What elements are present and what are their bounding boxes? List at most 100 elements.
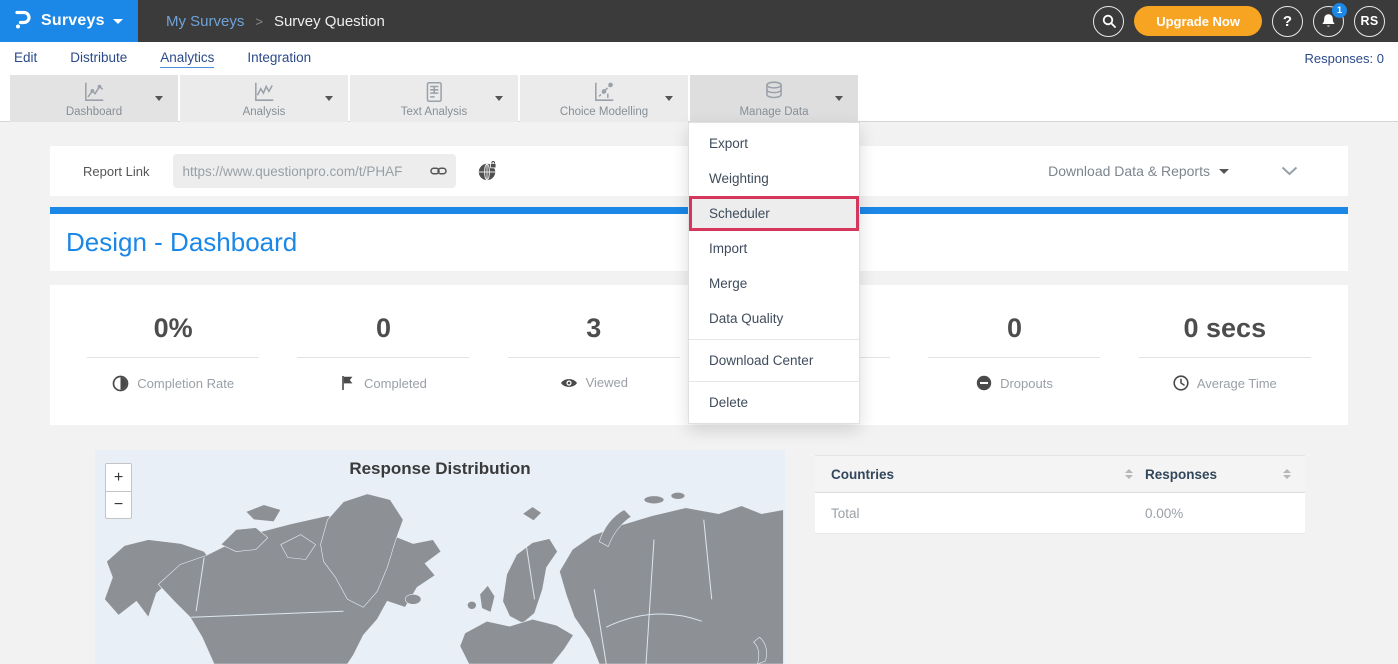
page-title: Design - Dashboard bbox=[66, 227, 297, 258]
search-button[interactable] bbox=[1093, 6, 1124, 37]
manage-data-menu: Export Weighting Scheduler Import Merge … bbox=[688, 122, 860, 424]
tab-choice-modelling[interactable]: Choice Modelling bbox=[520, 75, 688, 122]
search-icon bbox=[1102, 14, 1116, 28]
chevron-down-icon[interactable] bbox=[835, 96, 843, 101]
module-nav: Edit Distribute Analytics Integration Re… bbox=[0, 42, 1398, 75]
stat-label: Dropouts bbox=[1000, 376, 1053, 391]
map-title: Response Distribution bbox=[95, 459, 785, 479]
breadcrumb-my-surveys[interactable]: My Surveys bbox=[166, 13, 244, 30]
link-icon[interactable] bbox=[430, 165, 447, 177]
chevron-down-icon[interactable] bbox=[155, 96, 163, 101]
database-icon bbox=[762, 80, 786, 104]
notification-badge: 1 bbox=[1332, 3, 1347, 18]
stat-divider bbox=[928, 357, 1100, 358]
stat-label: Viewed bbox=[586, 375, 628, 390]
analysis-chart-icon bbox=[252, 80, 276, 104]
menu-item-weighting[interactable]: Weighting bbox=[689, 161, 859, 196]
stat-completion-rate: 0% Completion Rate bbox=[68, 313, 278, 425]
download-data-reports-dropdown[interactable]: Download Data & Reports bbox=[1048, 163, 1229, 179]
chevron-down-icon bbox=[1219, 169, 1229, 174]
flag-icon bbox=[340, 375, 356, 391]
scatter-chart-icon bbox=[592, 80, 616, 104]
minus-circle-icon bbox=[976, 375, 992, 391]
avatar[interactable]: RS bbox=[1354, 6, 1385, 37]
stat-viewed: 3 Viewed bbox=[489, 313, 699, 425]
map-zoom-in-button[interactable]: + bbox=[105, 463, 132, 491]
eye-icon bbox=[560, 376, 578, 390]
menu-item-export[interactable]: Export bbox=[689, 126, 859, 161]
nav-item-edit[interactable]: Edit bbox=[14, 50, 37, 68]
map-zoom-out-button[interactable]: − bbox=[105, 491, 132, 519]
chevron-down-icon[interactable] bbox=[665, 96, 673, 101]
stat-value: 0 secs bbox=[1120, 313, 1330, 345]
product-menu-label: Surveys bbox=[41, 12, 105, 30]
sort-responses-icon[interactable] bbox=[1283, 469, 1291, 479]
tab-text-analysis[interactable]: Text Analysis bbox=[350, 75, 518, 122]
menu-separator bbox=[689, 339, 859, 340]
product-logo[interactable]: Surveys bbox=[0, 0, 138, 42]
stat-divider bbox=[508, 357, 680, 358]
column-header-responses[interactable]: Responses bbox=[1145, 467, 1217, 482]
stat-value: 0 bbox=[278, 313, 488, 345]
responses-count: Responses: 0 bbox=[1305, 51, 1385, 66]
stat-label: Completion Rate bbox=[137, 376, 234, 391]
upgrade-now-button[interactable]: Upgrade Now bbox=[1134, 6, 1262, 36]
tab-choice-modelling-label: Choice Modelling bbox=[560, 106, 648, 118]
tab-dashboard[interactable]: Dashboard bbox=[10, 75, 178, 122]
countries-table: Countries Responses Total 0.00% bbox=[815, 455, 1305, 534]
nav-item-analytics[interactable]: Analytics bbox=[160, 50, 214, 68]
total-label: Total bbox=[831, 506, 860, 521]
map-zoom-controls: + − bbox=[105, 463, 132, 519]
help-button[interactable]: ? bbox=[1272, 6, 1303, 37]
tab-analysis[interactable]: Analysis bbox=[180, 75, 348, 122]
tab-text-analysis-label: Text Analysis bbox=[401, 106, 467, 118]
line-chart-icon bbox=[82, 80, 106, 104]
menu-item-merge[interactable]: Merge bbox=[689, 266, 859, 301]
analytics-toolbar: Dashboard Analysis Text Analysis Choice … bbox=[0, 75, 1398, 122]
questionpro-logo-icon bbox=[13, 10, 33, 32]
text-document-icon bbox=[422, 80, 446, 104]
download-data-reports-label: Download Data & Reports bbox=[1048, 163, 1210, 179]
stat-label: Completed bbox=[364, 376, 427, 391]
report-link-url: https://www.questionpro.com/t/PHAF bbox=[182, 164, 430, 179]
menu-item-scheduler[interactable]: Scheduler bbox=[689, 196, 859, 231]
stat-average-time: 0 secs Average Time bbox=[1120, 313, 1330, 425]
menu-item-delete[interactable]: Delete bbox=[689, 385, 859, 420]
tab-manage-data[interactable]: Manage Data bbox=[690, 75, 858, 122]
report-link-input[interactable]: https://www.questionpro.com/t/PHAF bbox=[173, 154, 456, 188]
notifications-button[interactable]: 1 bbox=[1313, 6, 1344, 37]
stat-divider bbox=[297, 357, 469, 358]
chevron-down-icon[interactable] bbox=[495, 96, 503, 101]
clock-icon bbox=[1173, 375, 1189, 391]
column-header-countries[interactable]: Countries bbox=[831, 467, 894, 482]
stat-divider bbox=[1139, 357, 1311, 358]
total-responses-value: 0.00% bbox=[1145, 506, 1183, 521]
table-row-total: Total 0.00% bbox=[815, 493, 1305, 534]
breadcrumb: My Surveys > Survey Question bbox=[166, 13, 385, 30]
chevron-down-icon bbox=[113, 19, 123, 24]
stat-value: 0% bbox=[68, 313, 278, 345]
share-globe-button[interactable] bbox=[477, 161, 498, 182]
menu-item-import[interactable]: Import bbox=[689, 231, 859, 266]
chevron-down-icon bbox=[1281, 166, 1298, 176]
menu-item-download-center[interactable]: Download Center bbox=[689, 343, 859, 378]
response-distribution-map: Response Distribution + − bbox=[95, 450, 785, 664]
stat-divider bbox=[87, 357, 259, 358]
stat-label: Average Time bbox=[1197, 376, 1277, 391]
topbar-actions: Upgrade Now ? 1 RS bbox=[1093, 6, 1398, 37]
globe-lock-icon bbox=[477, 161, 498, 182]
nav-item-integration[interactable]: Integration bbox=[247, 50, 311, 68]
menu-item-data-quality[interactable]: Data Quality bbox=[689, 301, 859, 336]
tab-dashboard-label: Dashboard bbox=[66, 106, 122, 118]
stat-completed: 0 Completed bbox=[278, 313, 488, 425]
report-link-label: Report Link bbox=[83, 164, 149, 179]
world-map[interactable] bbox=[95, 450, 785, 664]
stat-dropouts: 0 Dropouts bbox=[909, 313, 1119, 425]
nav-item-distribute[interactable]: Distribute bbox=[70, 50, 127, 68]
top-bar: Surveys My Surveys > Survey Question Upg… bbox=[0, 0, 1398, 42]
chevron-down-icon[interactable] bbox=[325, 96, 333, 101]
collapse-toggle[interactable] bbox=[1281, 166, 1298, 176]
countries-table-header: Countries Responses bbox=[815, 455, 1305, 493]
sort-countries-icon[interactable] bbox=[1125, 469, 1133, 479]
breadcrumb-current: Survey Question bbox=[274, 13, 385, 30]
